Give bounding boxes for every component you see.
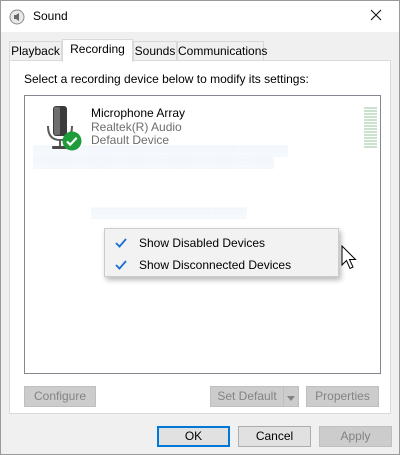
- instruction-text: Select a recording device below to modif…: [24, 72, 309, 86]
- set-default-button[interactable]: Set Default: [210, 386, 284, 407]
- checkmark-icon: [110, 232, 132, 254]
- mouse-pointer-icon: [341, 244, 359, 273]
- tab-playback[interactable]: Playback: [9, 41, 62, 61]
- device-status: Default Device: [91, 133, 170, 147]
- menu-item-label: Show Disconnected Devices: [139, 258, 292, 272]
- tab-sounds[interactable]: Sounds: [133, 41, 177, 61]
- menu-item-show-disabled[interactable]: Show Disabled Devices: [107, 232, 336, 254]
- ghost-artifact: ▒▒▒▒▒▒▒▒▒▒▒▒▒▒▒▒▒▒▒▒▒▒▒▒▒▒▒▒▒▒▒▒▒▒: [33, 158, 274, 169]
- set-default-dropdown-button[interactable]: [283, 386, 299, 407]
- default-check-icon: [62, 131, 82, 151]
- device-name: Microphone Array: [91, 106, 186, 120]
- menu-item-label: Show Disabled Devices: [139, 236, 266, 250]
- ok-button[interactable]: OK: [157, 426, 230, 447]
- tab-communications[interactable]: Communications: [177, 41, 267, 61]
- ghost-artifact: ▒▒▒▒▒▒▒▒▒▒▒▒▒▒▒▒▒▒▒▒▒▒: [91, 208, 247, 219]
- context-menu: Show Disabled Devices Show Disconnected …: [104, 228, 339, 277]
- sound-dialog: Sound Playback Recording Sounds Communic…: [0, 0, 400, 455]
- properties-button[interactable]: Properties: [306, 386, 379, 407]
- device-driver: Realtek(R) Audio: [91, 120, 182, 134]
- close-icon: [370, 9, 382, 24]
- tab-strip: Playback Recording Sounds Communications: [9, 39, 391, 62]
- title-bar: Sound: [1, 1, 399, 32]
- chevron-down-icon: [287, 390, 295, 404]
- cancel-button[interactable]: Cancel: [238, 426, 311, 447]
- apply-button[interactable]: Apply: [319, 426, 392, 447]
- speaker-app-icon: [9, 9, 25, 25]
- close-button[interactable]: [353, 1, 399, 32]
- tab-recording[interactable]: Recording: [62, 39, 133, 62]
- window-title: Sound: [33, 9, 68, 23]
- configure-button[interactable]: Configure: [24, 386, 96, 407]
- checkmark-icon: [110, 254, 132, 276]
- device-item-microphone-array[interactable]: Microphone Array Realtek(R) Audio Defaul…: [35, 102, 377, 156]
- menu-item-show-disconnected[interactable]: Show Disconnected Devices: [107, 254, 336, 276]
- level-meter: [364, 107, 377, 149]
